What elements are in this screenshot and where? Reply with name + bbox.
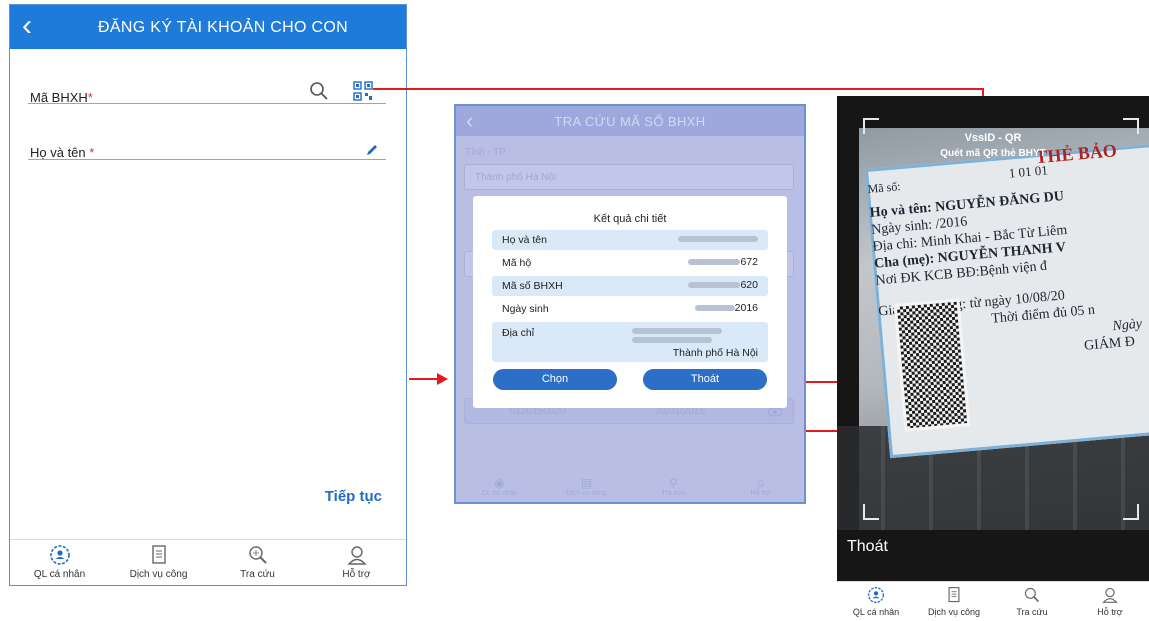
qr-code-image [893,298,971,432]
bottom-tab-bar: ◉ QL cá nhân ▤ Dịch vụ công ⚲ Tra cứu ☺ Hỗ t… [456,472,804,502]
frame-corner-bottom-left [863,504,879,520]
detail-value: 672 [740,256,758,268]
pencil-icon[interactable] [365,143,379,157]
tab-public-services[interactable]: Dịch vụ công [915,582,993,621]
detail-value: 2016 [734,302,758,314]
tab-support[interactable]: Hỗ trợ [1071,582,1149,621]
tab-label: Tra cứu [661,490,686,497]
tab-public-services[interactable]: ▤ Dịch vụ công [543,472,630,502]
scanner-subtitle: Quét mã QR thẻ BHYT [940,148,1046,159]
search-icon[interactable] [309,81,329,101]
fullname-input[interactable] [28,159,386,160]
detail-row-name: Họ và tên [492,230,768,250]
document-icon [948,587,960,603]
tab-lookup[interactable]: Tra cứu [993,582,1071,621]
card-code: 1 01 01 [1008,162,1049,181]
frame-corner-top-left [863,118,879,134]
exit-button[interactable]: Thoát [643,369,767,390]
select-button[interactable]: Chọn [493,369,617,390]
page-title: TRA CỨU MÃ SỐ BHXH [554,114,706,129]
exit-button[interactable]: Thoát [847,538,888,556]
frame-corner-top-right [1123,118,1139,134]
detail-value: Thành phố Hà Nội [672,347,758,359]
lookup-bhxh-screen: ‹ TRA CỨU MÃ SỐ BHXH Tỉnh - TP Thành phố… [454,104,806,504]
header-bar: ‹ ĐĂNG KÝ TÀI KHOẢN CHO CON [10,5,406,49]
flow-arrow-line [806,381,837,383]
tab-personal[interactable]: QL cá nhân [837,582,915,621]
continue-button[interactable]: Tiếp tục [325,488,382,505]
tab-label: Hỗ trợ [342,569,371,580]
header-bar: ‹ TRA CỨU MÃ SỐ BHXH [456,106,804,136]
personal-icon [867,586,885,604]
province-label: Tỉnh - TP [465,147,506,158]
fullname-field-label: Họ và tên * [30,145,94,160]
dialog-title: Kết quả chi tiết [593,213,667,225]
lookup-icon [248,546,267,564]
tab-lookup[interactable]: Tra cứu [208,540,307,585]
tab-label: Dịch vụ công [129,569,188,580]
scanner-title: VssID - QR [964,132,1022,144]
tab-public-services[interactable]: Dịch vụ công [109,540,208,585]
card-code-label: Mã số: [867,179,902,196]
detail-value: 620 [740,279,758,291]
qr-scan-icon[interactable] [353,81,373,101]
tab-label: Dịch vụ công [927,607,981,617]
fullname-label-text: Họ và tên [30,145,86,160]
tab-label: QL cá nhân [481,490,518,497]
province-value: Thành phố Hà Nội [475,172,557,183]
tab-label: Dịch vụ công [566,490,607,497]
qr-scan-screen: THẺ BẢO Mã số: 1 01 01 Họ và tên: NGUYỄN… [837,96,1149,621]
detail-result-dialog: Kết quả chi tiết Họ và tên Mã hộ 672 Mã … [473,196,787,408]
detail-key: Mã hộ [502,257,532,269]
document-icon [151,545,166,564]
detail-row-dob: Ngày sinh 2016 [492,299,768,319]
eye-icon [767,407,783,417]
province-select[interactable]: Thành phố Hà Nội [464,164,794,190]
tab-lookup[interactable]: ⚲ Tra cứu [630,472,717,502]
tab-label: Hỗ trợ [1097,607,1123,617]
tab-personal[interactable]: ◉ QL cá nhân [456,472,543,502]
register-child-screen: ‹ ĐĂNG KÝ TÀI KHOẢN CHO CON Mã BHXH* Họ … [9,4,407,586]
flow-arrow-line [806,430,837,432]
tab-support[interactable]: Hỗ trợ [307,540,406,585]
detail-key: Mã số BHXH [502,280,563,292]
detail-key: Địa chỉ [502,327,535,339]
page-title: ĐĂNG KÝ TÀI KHOẢN CHO CON [98,19,348,36]
card-signer: GIÁM Đ [1083,334,1136,354]
detail-row-address: Địa chỉ Thành phố Hà Nội [492,322,768,362]
tab-personal[interactable]: QL cá nhân [10,540,109,585]
required-mark: * [89,145,95,160]
tab-label: Tra cứu [1016,607,1048,617]
tab-label: Tra cứu [240,569,275,580]
bottom-tab-bar: QL cá nhân Dịch vụ công Tra cứu Hỗ trợ [837,581,1149,621]
support-user-icon [346,546,367,565]
card-sign-date: Ngày [1111,316,1143,335]
arrow-head-icon [437,373,448,385]
tab-support[interactable]: ☺ Hỗ trợ [717,472,804,502]
detail-row-household: Mã hộ 672 [492,253,768,273]
flow-arrow-line [409,378,439,380]
tab-label: QL cá nhân [852,607,900,617]
tab-label: QL cá nhân [33,569,86,580]
tab-label: Hỗ trợ [750,490,771,497]
detail-row-bhxh: Mã số BHXH 620 [492,276,768,296]
support-user-icon [1102,587,1118,603]
bhxh-input[interactable] [28,103,386,104]
lookup-icon [1024,587,1040,603]
detail-key: Ngày sinh [502,303,549,315]
personal-icon [49,545,70,565]
frame-corner-bottom-right [1123,504,1139,520]
bottom-tab-bar: QL cá nhân Dịch vụ công Tra cứu Hỗ trợ [10,539,406,585]
flow-arrow-line [373,88,984,90]
detail-key: Họ và tên [502,234,547,246]
